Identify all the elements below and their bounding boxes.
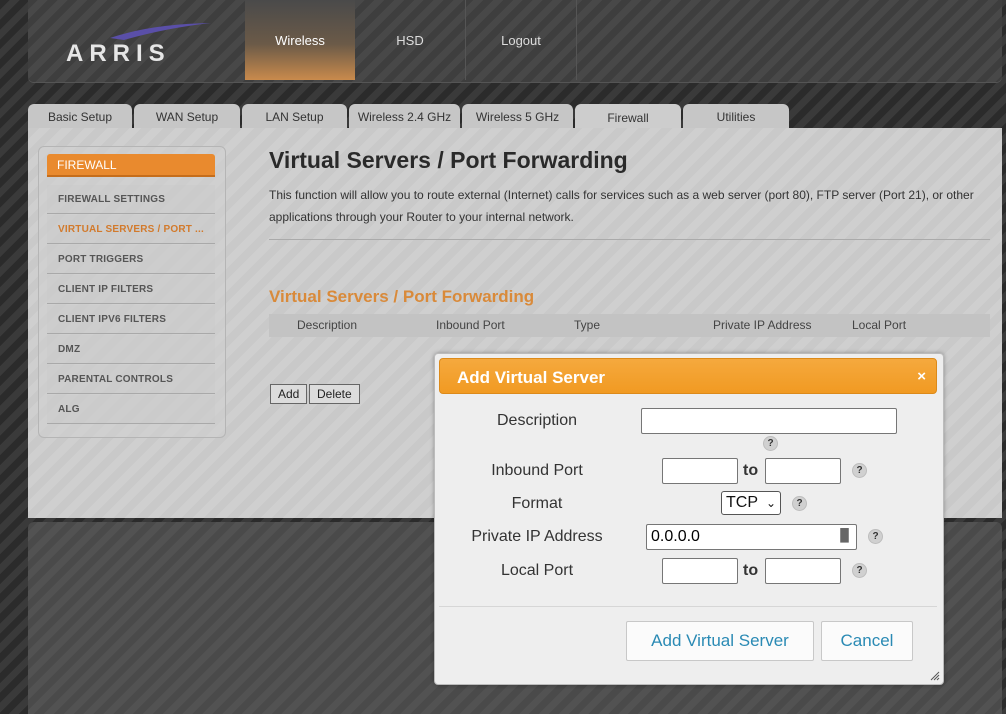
divider xyxy=(269,239,990,240)
page-description: This function will allow you to route ex… xyxy=(269,188,974,224)
tab-basic-setup[interactable]: Basic Setup xyxy=(28,104,132,130)
dialog-divider xyxy=(439,606,937,607)
format-help-icon[interactable]: ? xyxy=(792,496,807,511)
inbound-port-label: Inbound Port xyxy=(491,462,583,479)
tab-utilities[interactable]: Utilities xyxy=(683,104,789,130)
page-title: Virtual Servers / Port Forwarding xyxy=(269,147,628,173)
private-ip-input[interactable] xyxy=(646,524,857,550)
tab-lan-setup[interactable]: LAN Setup xyxy=(242,104,347,130)
sidebar-item-client-ip-filters[interactable]: CLIENT IP FILTERS xyxy=(47,275,215,304)
inbound-port-from-input[interactable] xyxy=(662,458,738,484)
inbound-port-help-icon[interactable]: ? xyxy=(852,463,867,478)
add-virtual-server-dialog: Add Virtual Server × Description ? Inbou… xyxy=(434,353,944,685)
col-private-ip: Private IP Address xyxy=(713,318,812,332)
sidebar: FIREWALL FIREWALL SETTINGS VIRTUAL SERVE… xyxy=(38,146,226,438)
private-ip-help-icon[interactable]: ? xyxy=(868,529,883,544)
arris-logo: ARRIS xyxy=(66,20,216,70)
sidebar-item-parental-controls[interactable]: PARENTAL CONTROLS xyxy=(47,365,215,394)
sidebar-list: FIREWALL SETTINGS VIRTUAL SERVERS / PORT… xyxy=(47,185,215,425)
nav-logout[interactable]: Logout xyxy=(466,0,577,80)
local-to-label: to xyxy=(743,562,759,579)
format-select[interactable]: TCP ⌄ xyxy=(721,491,781,515)
private-ip-wrapper: ▐▌ xyxy=(646,524,857,550)
nav-wireless[interactable]: Wireless xyxy=(245,0,355,80)
format-select-value: TCP xyxy=(726,494,758,511)
autofill-icon[interactable]: ▐▌ xyxy=(836,528,853,542)
close-icon[interactable]: × xyxy=(917,368,926,385)
top-bar: ARRIS Wireless HSD Logout xyxy=(28,0,1002,82)
inbound-port-to-input[interactable] xyxy=(765,458,841,484)
inbound-to-label: to xyxy=(743,462,759,479)
sidebar-item-alg[interactable]: ALG xyxy=(47,395,215,424)
top-nav: Wireless HSD Logout xyxy=(245,0,577,80)
sidebar-item-firewall-settings[interactable]: FIREWALL SETTINGS xyxy=(47,185,215,214)
sidebar-header: FIREWALL xyxy=(47,154,215,177)
local-port-to-input[interactable] xyxy=(765,558,841,584)
local-port-help-icon[interactable]: ? xyxy=(852,563,867,578)
cancel-button[interactable]: Cancel xyxy=(821,621,913,661)
dialog-header: Add Virtual Server × xyxy=(439,358,937,394)
format-label: Format xyxy=(511,495,563,512)
description-input[interactable] xyxy=(641,408,897,434)
sidebar-item-port-triggers[interactable]: PORT TRIGGERS xyxy=(47,245,215,274)
col-description: Description xyxy=(297,318,358,332)
add-button[interactable]: Add xyxy=(270,384,308,404)
description-help-icon[interactable]: ? xyxy=(763,436,778,451)
description-label: Description xyxy=(496,412,578,429)
sidebar-item-client-ipv6-filters[interactable]: CLIENT IPV6 FILTERS xyxy=(47,305,215,334)
table-header: Description Inbound Port Type Private IP… xyxy=(269,314,990,337)
col-local-port: Local Port xyxy=(852,318,907,332)
add-virtual-server-button[interactable]: Add Virtual Server xyxy=(626,621,814,661)
local-port-from-input[interactable] xyxy=(662,558,738,584)
tab-row: Basic Setup WAN Setup LAN Setup Wireless… xyxy=(28,104,791,132)
local-port-label: Local Port xyxy=(500,562,574,579)
tab-wireless-5[interactable]: Wireless 5 GHz xyxy=(462,104,573,130)
col-type: Type xyxy=(574,318,601,332)
tab-wireless-24[interactable]: Wireless 2.4 GHz xyxy=(349,104,460,130)
logo-text: ARRIS xyxy=(66,40,171,67)
dialog-title: Add Virtual Server xyxy=(457,368,606,387)
delete-button[interactable]: Delete xyxy=(309,384,360,404)
chevron-down-icon: ⌄ xyxy=(765,496,776,510)
private-ip-label: Private IP Address xyxy=(471,528,603,545)
nav-hsd[interactable]: HSD xyxy=(355,0,466,80)
resize-grip-icon[interactable] xyxy=(930,671,940,681)
tab-wan-setup[interactable]: WAN Setup xyxy=(134,104,240,130)
col-inbound-port: Inbound Port xyxy=(436,318,505,332)
sidebar-item-dmz[interactable]: DMZ xyxy=(47,335,215,364)
sidebar-item-virtual-servers[interactable]: VIRTUAL SERVERS / PORT ... xyxy=(47,215,215,244)
section-title: Virtual Servers / Port Forwarding xyxy=(269,287,535,306)
